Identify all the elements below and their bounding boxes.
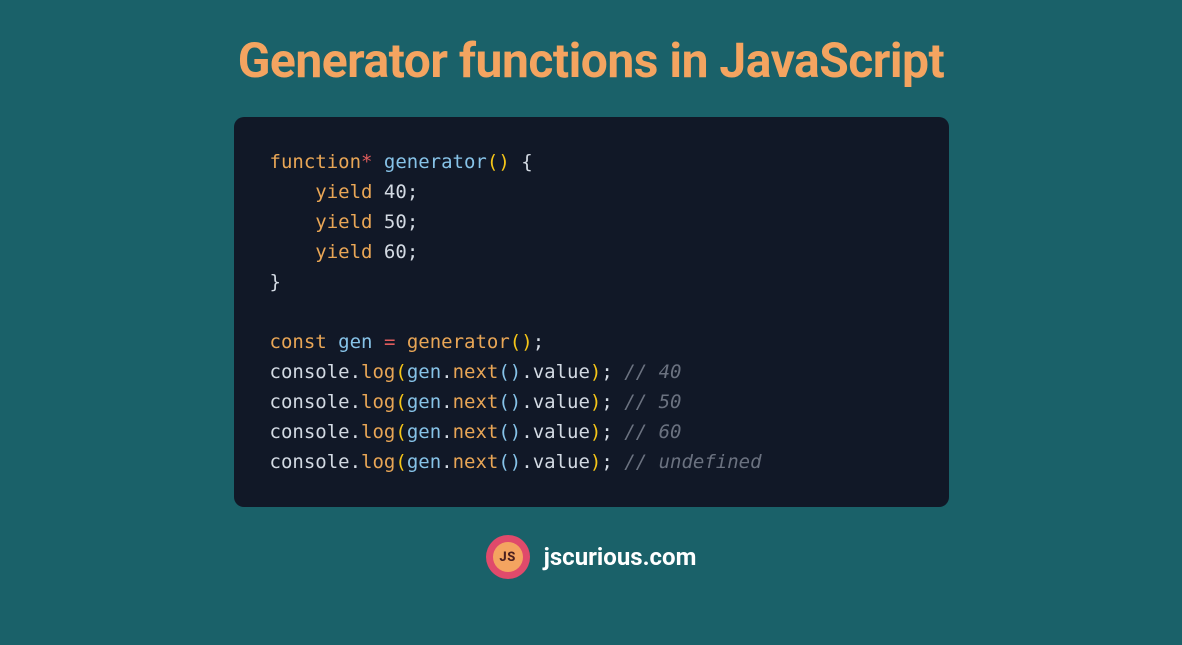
footer: JS jscurious.com xyxy=(486,535,697,579)
js-logo-icon: JS xyxy=(486,535,530,579)
code-line: console.log(gen.next().value); // 40 xyxy=(270,357,913,387)
code-line: console.log(gen.next().value); // 60 xyxy=(270,417,913,447)
code-line: yield 50; xyxy=(270,207,913,237)
code-line: const gen = generator(); xyxy=(270,327,913,357)
code-line: console.log(gen.next().value); // 50 xyxy=(270,387,913,417)
code-line: console.log(gen.next().value); // undefi… xyxy=(270,447,913,477)
code-line: yield 40; xyxy=(270,177,913,207)
code-line: function* generator() { xyxy=(270,147,913,177)
code-line: yield 60; xyxy=(270,237,913,267)
code-line: } xyxy=(270,267,913,297)
logo-text: JS xyxy=(493,542,523,572)
page-title: Generator functions in JavaScript xyxy=(238,32,945,89)
code-snippet: function* generator() { yield 40; yield … xyxy=(234,117,949,507)
code-line xyxy=(270,297,913,327)
site-name: jscurious.com xyxy=(544,543,697,571)
